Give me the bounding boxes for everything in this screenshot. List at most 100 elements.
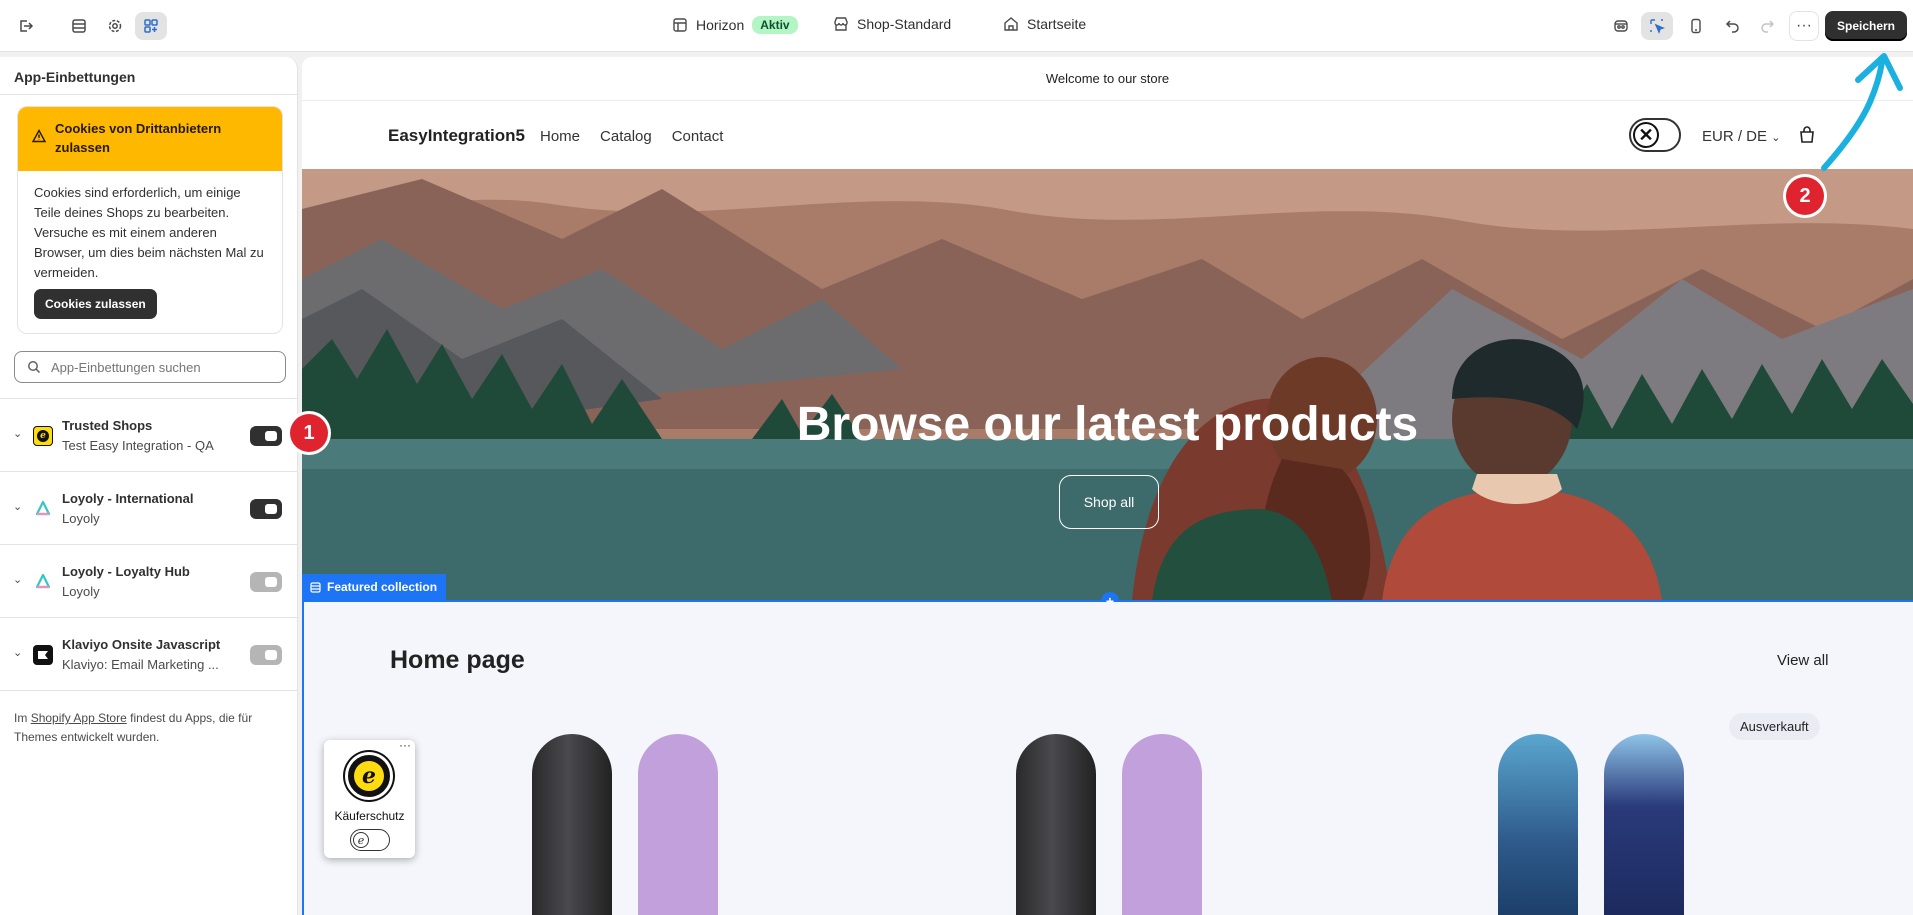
- app-enable-toggle[interactable]: [250, 645, 282, 665]
- product-image: [1498, 734, 1578, 915]
- klaviyo-logo-icon: [33, 645, 53, 665]
- shop-all-button[interactable]: Shop all: [1059, 475, 1159, 529]
- app-subtitle: Loyoly: [62, 511, 100, 526]
- nav-catalog[interactable]: Catalog: [600, 128, 652, 145]
- section-tag-label: Featured collection: [327, 580, 438, 594]
- announcement-bar: Welcome to our store: [302, 57, 1913, 101]
- trusted-shops-badge[interactable]: ··· e Käuferschutz e: [324, 738, 415, 858]
- warning-body: Cookies sind erforderlich, um einige Tei…: [34, 185, 264, 280]
- warning-icon: [31, 129, 47, 148]
- page-selector[interactable]: Startseite: [1003, 16, 1086, 32]
- mobile-view-icon[interactable]: [1680, 12, 1712, 40]
- currency-label: EUR / DE: [1702, 128, 1768, 145]
- theme-selector[interactable]: Horizon Aktiv: [672, 16, 798, 34]
- chevron-down-icon[interactable]: ⌄: [13, 573, 22, 586]
- section-label-tag[interactable]: Featured collection: [302, 574, 447, 600]
- undo-icon[interactable]: [1717, 12, 1749, 40]
- theme-icon: [673, 18, 687, 32]
- warning-title: Cookies von Drittanbietern zulassen: [55, 121, 222, 155]
- product-image: [638, 734, 718, 915]
- app-embed-search[interactable]: [14, 351, 286, 383]
- product-image: [532, 734, 612, 915]
- chevron-down-icon[interactable]: ⌄: [13, 646, 22, 659]
- hero-illustration: [302, 169, 1913, 601]
- save-button[interactable]: Speichern: [1825, 11, 1907, 41]
- nav-home[interactable]: Home: [540, 128, 580, 145]
- select-mode-icon[interactable]: [1641, 12, 1673, 40]
- app-embed-loyoly-international[interactable]: ⌄ Loyoly - International Loyoly: [0, 472, 298, 545]
- step-marker-2: 2: [1786, 177, 1824, 215]
- app-enable-toggle[interactable]: [250, 499, 282, 519]
- store-selector[interactable]: Shop-Standard: [833, 16, 951, 32]
- trusted-shops-logo-icon: e: [33, 426, 53, 446]
- chevron-down-icon[interactable]: ⌄: [13, 500, 22, 513]
- store-brand[interactable]: EasyIntegration5: [388, 126, 525, 146]
- nav-contact[interactable]: Contact: [672, 128, 724, 145]
- loyoly-logo-icon: [33, 499, 53, 519]
- app-embed-loyoly-loyalty-hub[interactable]: ⌄ Loyoly - Loyalty Hub Loyoly: [0, 545, 298, 618]
- product-image: [1604, 734, 1684, 915]
- search-input[interactable]: [51, 359, 271, 375]
- loyalty-toggle[interactable]: ✕: [1629, 118, 1681, 152]
- hint-prefix: Im: [14, 711, 28, 725]
- collection-title: Home page: [390, 646, 525, 674]
- warning-header: Cookies von Drittanbietern zulassen: [18, 107, 282, 171]
- store-icon: [834, 17, 848, 31]
- badge-more-icon[interactable]: ···: [399, 738, 411, 752]
- panel-title: App-Einbettungen: [14, 69, 136, 85]
- featured-collection[interactable]: Home page View all Ausverkauft: [302, 602, 1913, 915]
- main-nav: Home Catalog Contact: [540, 128, 723, 145]
- home-icon: [1004, 17, 1018, 31]
- store-header: EasyIntegration5 Home Catalog Contact ✕ …: [302, 102, 1913, 168]
- inspector-icon[interactable]: [1605, 12, 1637, 40]
- app-embed-klaviyo[interactable]: ⌄ Klaviyo Onsite Javascript Klaviyo: Ema…: [0, 618, 298, 691]
- redo-icon[interactable]: [1751, 12, 1783, 40]
- exit-icon[interactable]: [10, 12, 42, 40]
- divider: [0, 94, 298, 95]
- page-label: Startseite: [1027, 16, 1087, 32]
- store-label: Shop-Standard: [857, 16, 952, 32]
- allow-cookies-button[interactable]: Cookies zulassen: [34, 289, 157, 319]
- arrow-annotation: [1821, 53, 1903, 171]
- app-name: Klaviyo Onsite Javascript: [62, 637, 221, 652]
- app-embeds-icon[interactable]: [135, 12, 167, 40]
- app-subtitle: Test Easy Integration - QA: [62, 438, 214, 453]
- shopify-app-store-link[interactable]: Shopify App Store: [31, 711, 127, 725]
- loyoly-logo-icon: [33, 572, 53, 592]
- app-subtitle: Loyoly: [62, 584, 100, 599]
- settings-gear-icon[interactable]: [99, 12, 131, 40]
- section-icon: [310, 581, 321, 593]
- sold-out-badge: Ausverkauft: [1729, 713, 1820, 740]
- app-enable-toggle[interactable]: [250, 426, 282, 446]
- trusted-shops-seal-icon: e: [345, 752, 393, 800]
- currency-selector[interactable]: EUR / DE ⌄: [1702, 128, 1780, 145]
- theme-name: Horizon: [696, 17, 745, 33]
- app-subtitle: Klaviyo: Email Marketing ...: [62, 657, 219, 672]
- hero-title: Browse our latest products: [796, 398, 1419, 451]
- chevron-down-icon[interactable]: ⌄: [13, 427, 22, 440]
- sections-icon[interactable]: [63, 12, 95, 40]
- view-all-link[interactable]: View all: [1777, 652, 1828, 669]
- divider: [0, 690, 298, 691]
- product-image: [1016, 734, 1096, 915]
- product-image: [1122, 734, 1202, 915]
- cookie-warning-banner: Cookies von Drittanbietern zulassen Cook…: [17, 106, 283, 334]
- step-marker-1: 1: [290, 414, 328, 452]
- app-embeds-panel: App-Einbettungen Cookies von Drittanbiet…: [0, 57, 298, 915]
- more-actions-icon[interactable]: ···: [1789, 11, 1819, 41]
- buyer-protection-label: Käuferschutz: [334, 809, 405, 823]
- close-icon: ✕: [1633, 122, 1659, 148]
- theme-status-badge: Aktiv: [752, 16, 798, 34]
- storefront-preview[interactable]: Welcome to our store EasyIntegration5 Ho…: [302, 57, 1913, 915]
- editor-topbar: Horizon Aktiv Shop-Standard Startseite ·…: [0, 0, 1913, 52]
- app-store-hint: Im Shopify App Store findest du Apps, di…: [14, 709, 284, 747]
- app-enable-toggle[interactable]: [250, 572, 282, 592]
- app-name: Loyoly - International: [62, 491, 194, 506]
- badge-toggle[interactable]: e: [350, 829, 390, 851]
- app-name: Trusted Shops: [62, 418, 153, 433]
- chevron-down-icon: ⌄: [1771, 132, 1781, 144]
- app-embed-trusted-shops[interactable]: ⌄ e Trusted Shops Test Easy Integration …: [0, 399, 298, 472]
- hero-banner: Browse our latest products Shop all: [302, 169, 1913, 601]
- search-icon: [28, 361, 41, 374]
- app-name: Loyoly - Loyalty Hub: [62, 564, 190, 579]
